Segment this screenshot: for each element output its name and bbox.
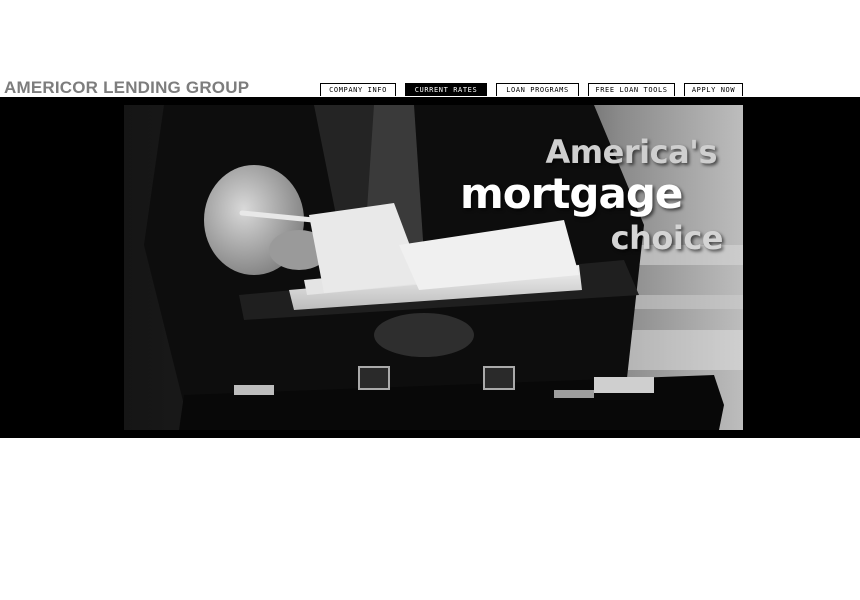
tagline-line-3: choice <box>610 219 724 257</box>
nav-tab-apply-now[interactable]: APPLY NOW <box>684 83 743 96</box>
nav-tab-loan-programs[interactable]: LOAN PROGRAMS <box>496 83 579 96</box>
nav-tab-company-info[interactable]: COMPANY INFO <box>320 83 396 96</box>
brand-logo-text[interactable]: AMERICOR LENDING GROUP <box>4 78 249 98</box>
hero-banner: America's mortgage choice <box>124 105 743 430</box>
nav-tab-current-rates[interactable]: CURRENT RATES <box>405 83 487 96</box>
tagline-line-2: mortgage <box>460 169 683 218</box>
nav-tab-free-loan-tools[interactable]: FREE LOAN TOOLS <box>588 83 675 96</box>
tagline-line-1: America's <box>545 133 718 171</box>
hero-band: America's mortgage choice <box>0 97 860 438</box>
